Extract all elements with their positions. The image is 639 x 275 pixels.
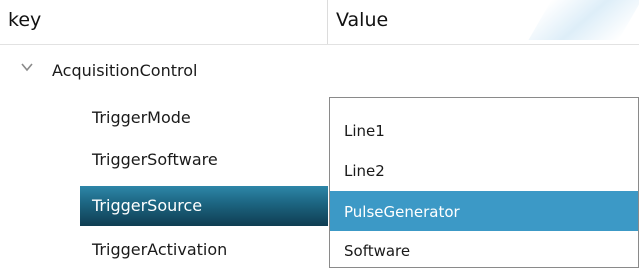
- property-grid-header: key Value: [0, 0, 639, 45]
- group-label: AcquisitionControl: [52, 61, 198, 80]
- dropdown-option-software[interactable]: Software: [330, 230, 638, 270]
- property-label: TriggerSoftware: [92, 150, 218, 169]
- column-header-value: Value: [336, 9, 389, 31]
- dropdown-option-pulsegenerator[interactable]: PulseGenerator: [330, 191, 638, 231]
- value-dropdown-list[interactable]: Line1 Line2 PulseGenerator Software: [329, 97, 639, 268]
- dropdown-option-label: Line1: [344, 122, 385, 140]
- property-label: TriggerSource: [92, 196, 203, 215]
- dropdown-option-line2[interactable]: Line2: [330, 150, 638, 190]
- dropdown-option-label: Software: [344, 242, 411, 260]
- property-label: TriggerMode: [92, 108, 191, 127]
- property-label: TriggerActivation: [92, 240, 228, 259]
- chevron-down-icon[interactable]: [20, 60, 34, 74]
- dropdown-option-label: PulseGenerator: [344, 203, 460, 221]
- column-divider[interactable]: [327, 0, 328, 44]
- dropdown-option-line1[interactable]: Line1: [330, 110, 638, 150]
- dropdown-option-label: Line2: [344, 162, 385, 180]
- column-header-key: key: [8, 9, 42, 31]
- group-row-acquisitioncontrol[interactable]: AcquisitionControl: [0, 52, 639, 86]
